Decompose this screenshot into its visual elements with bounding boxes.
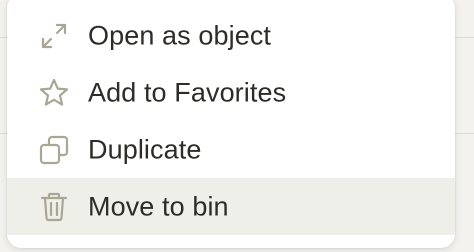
- menu-item-label: Move to bin: [88, 191, 229, 221]
- trash-icon: [37, 190, 71, 224]
- menu-item-open-as-object[interactable]: Open as object: [7, 7, 455, 64]
- menu-item-label: Duplicate: [88, 134, 202, 164]
- menu-item-add-to-favorites[interactable]: Add to Favorites: [7, 64, 455, 121]
- star-icon: [37, 76, 71, 110]
- duplicate-icon: [37, 133, 71, 167]
- context-menu: Open as object Add to Favorites Duplicat…: [7, 0, 455, 248]
- menu-item-label: Open as object: [88, 20, 272, 50]
- menu-item-label: Add to Favorites: [88, 77, 287, 107]
- menu-item-duplicate[interactable]: Duplicate: [7, 121, 455, 178]
- menu-item-move-to-bin[interactable]: Move to bin: [7, 178, 455, 235]
- expand-arrows-icon: [37, 19, 71, 53]
